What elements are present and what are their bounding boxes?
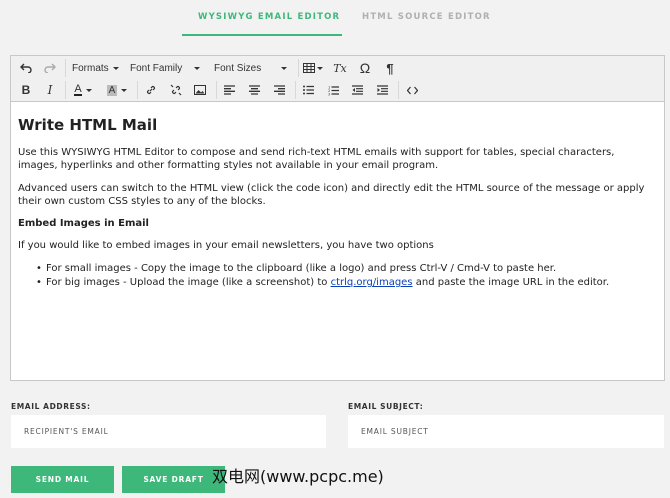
text-color-button[interactable]: A bbox=[69, 80, 97, 100]
list-item: For small images - Copy the image to the… bbox=[36, 262, 653, 276]
content-list: For small images - Copy the image to the… bbox=[36, 262, 653, 290]
chevron-down-icon bbox=[317, 66, 323, 70]
save-draft-button[interactable]: SAVE DRAFT bbox=[122, 466, 225, 493]
toolbar-separator bbox=[295, 81, 296, 99]
font-sizes-dropdown[interactable]: Font Sizes bbox=[214, 58, 296, 78]
recipient-email-input[interactable]: RECIPIENT'S EMAIL bbox=[11, 415, 326, 448]
toolbar-separator bbox=[65, 59, 66, 77]
chevron-down-icon bbox=[281, 66, 288, 70]
editor-tabs: WYSIWYG EMAIL EDITOR HTML SOURCE EDITOR bbox=[0, 0, 670, 36]
recipient-email-placeholder: RECIPIENT'S EMAIL bbox=[24, 427, 109, 436]
editor-toolbar: Formats Font Family Font Sizes Tx Ω ¶ B … bbox=[11, 56, 664, 102]
special-character-icon[interactable]: Ω bbox=[356, 58, 374, 78]
background-color-icon: A bbox=[106, 84, 118, 96]
content-paragraph: If you would like to embed images in you… bbox=[18, 240, 434, 251]
toolbar-separator bbox=[137, 81, 138, 99]
chevron-down-icon bbox=[112, 66, 119, 70]
bullet-list-icon[interactable] bbox=[298, 80, 318, 100]
italic-button[interactable]: I bbox=[41, 80, 59, 100]
font-sizes-label: Font Sizes bbox=[214, 62, 262, 74]
redo-icon[interactable] bbox=[41, 58, 59, 78]
email-subject-input[interactable]: EMAIL SUBJECT bbox=[348, 415, 664, 448]
image-icon[interactable] bbox=[190, 80, 210, 100]
indent-icon[interactable] bbox=[372, 80, 392, 100]
email-address-label: EMAIL ADDRESS: bbox=[11, 402, 91, 411]
align-right-icon[interactable] bbox=[269, 80, 289, 100]
rich-text-editor: Formats Font Family Font Sizes Tx Ω ¶ B … bbox=[10, 55, 665, 381]
bold-button[interactable]: B bbox=[17, 80, 35, 100]
font-family-dropdown[interactable]: Font Family bbox=[130, 58, 210, 78]
clear-formatting-icon[interactable]: Tx bbox=[331, 58, 349, 78]
outdent-icon[interactable] bbox=[347, 80, 367, 100]
formats-label: Formats bbox=[72, 62, 109, 74]
tab-wysiwyg-editor[interactable]: WYSIWYG EMAIL EDITOR bbox=[198, 12, 340, 22]
active-tab-indicator bbox=[182, 34, 342, 36]
watermark-text: 双电网(www.pcpc.me) bbox=[212, 467, 384, 486]
tab-html-source-editor[interactable]: HTML SOURCE EDITOR bbox=[362, 12, 491, 22]
align-center-icon[interactable] bbox=[244, 80, 264, 100]
font-family-label: Font Family bbox=[130, 62, 183, 74]
toolbar-separator bbox=[216, 81, 217, 99]
svg-text:3: 3 bbox=[328, 92, 330, 96]
chevron-down-icon bbox=[121, 88, 128, 92]
text-color-icon: A bbox=[74, 83, 82, 96]
toolbar-separator bbox=[298, 59, 299, 77]
link-icon[interactable] bbox=[141, 80, 161, 100]
source-code-icon[interactable] bbox=[401, 80, 423, 100]
content-subheading: Embed Images in Email bbox=[18, 218, 149, 229]
table-icon[interactable] bbox=[301, 58, 325, 78]
undo-icon[interactable] bbox=[17, 58, 35, 78]
email-subject-placeholder: EMAIL SUBJECT bbox=[361, 427, 429, 436]
paragraph-marks-icon[interactable]: ¶ bbox=[381, 58, 399, 78]
content-paragraph: Advanced users can switch to the HTML vi… bbox=[18, 183, 645, 207]
chevron-down-icon bbox=[85, 88, 92, 92]
formats-dropdown[interactable]: Formats bbox=[72, 58, 124, 78]
numbered-list-icon[interactable]: 123 bbox=[323, 80, 343, 100]
content-heading: Write HTML Mail bbox=[18, 116, 158, 134]
editor-content[interactable]: Write HTML Mail Use this WYSIWYG HTML Ed… bbox=[18, 116, 653, 290]
toolbar-separator bbox=[398, 81, 399, 99]
toolbar-separator bbox=[65, 81, 66, 99]
align-left-icon[interactable] bbox=[219, 80, 239, 100]
send-mail-button[interactable]: SEND MAIL bbox=[11, 466, 114, 493]
images-link[interactable]: ctrlq.org/images bbox=[331, 277, 413, 288]
email-subject-label: EMAIL SUBJECT: bbox=[348, 402, 424, 411]
content-paragraph: Use this WYSIWYG HTML Editor to compose … bbox=[18, 147, 615, 171]
list-item: For big images - Upload the image (like … bbox=[36, 276, 653, 290]
chevron-down-icon bbox=[194, 66, 201, 70]
unlink-icon[interactable] bbox=[166, 80, 186, 100]
background-color-button[interactable]: A bbox=[103, 80, 131, 100]
